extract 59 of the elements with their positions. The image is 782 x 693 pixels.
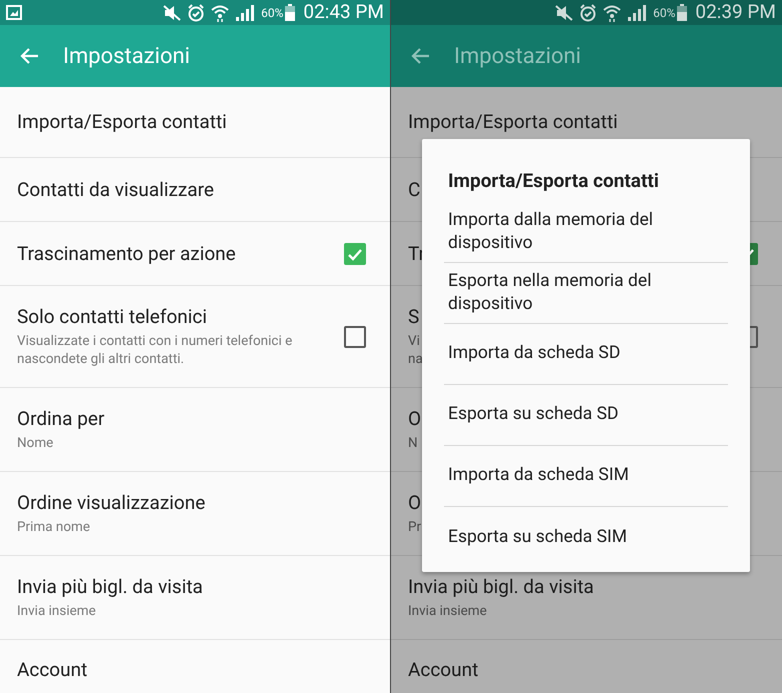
setting-title: C: [408, 178, 420, 202]
setting-title: Invia più bigl. da visita: [17, 575, 203, 599]
screen-title: Impostazioni: [63, 42, 190, 70]
alarm-icon: [579, 4, 598, 22]
clock-time: 02:43 PM: [303, 0, 384, 26]
setting-title: O: [408, 407, 422, 431]
setting-title: Importa/Esporta contatti: [408, 110, 618, 134]
setting-title: Solo contatti telefonici: [17, 305, 207, 329]
setting-title: Importa/Esporta contatti: [17, 110, 227, 134]
battery-percent: 60%: [261, 4, 284, 22]
battery-icon: [677, 4, 688, 21]
setting-summary: Invia insieme: [408, 602, 487, 620]
setting-summary: Vi na: [408, 332, 423, 368]
setting-title: Account: [408, 658, 478, 682]
wifi-icon: [211, 4, 230, 22]
battery-icon: [285, 4, 296, 21]
settings-item[interactable]: Contatti da visualizzare: [0, 158, 390, 222]
setting-title: Trascinamento per azione: [17, 242, 236, 266]
dialog-option[interactable]: Esporta su scheda SD: [444, 384, 728, 446]
setting-title: Account: [17, 658, 88, 682]
mute-icon: [555, 4, 574, 22]
back-arrow-icon: [20, 47, 40, 65]
setting-title: Ordina per: [17, 407, 104, 431]
checkbox[interactable]: [344, 326, 366, 348]
battery-percent: 60%: [653, 4, 676, 22]
setting-title: Contatti da visualizzare: [17, 178, 214, 202]
back-button[interactable]: [411, 46, 431, 66]
settings-item[interactable]: Account: [391, 640, 782, 693]
settings-item[interactable]: Ordina per Nome: [0, 388, 390, 472]
setting-summary: Prima nome: [17, 518, 90, 536]
setting-summary: Nome: [17, 434, 54, 452]
clock-time: 02:39 PM: [695, 0, 776, 26]
dialog-option[interactable]: Importa dalla memoria del dispositivo: [444, 202, 728, 262]
settings-item[interactable]: Importa/Esporta contatti: [0, 87, 390, 158]
signal-icon: [627, 4, 648, 22]
dialog-option[interactable]: Esporta nella memoria del dispositivo: [444, 262, 728, 324]
screen-title: Impostazioni: [454, 42, 582, 70]
setting-title: Ordine visualizzazione: [17, 491, 206, 515]
setting-title: S: [408, 305, 420, 329]
dialog-title: Importa/Esporta contatti: [447, 168, 660, 194]
settings-item[interactable]: Solo contatti telefonici Visualizzate i contatti con i numeri telefonici e nascondete gli altri contatti.: [0, 286, 390, 388]
setting-summary: Visualizzate i contatti con i numeri telefonici e nascondete gli altri contatti.: [17, 332, 292, 368]
alarm-icon: [187, 4, 206, 22]
mute-icon: [163, 4, 182, 22]
wifi-icon: [603, 4, 622, 22]
back-arrow-icon: [411, 47, 431, 65]
setting-summary: Pr: [408, 518, 422, 536]
settings-item[interactable]: Trascinamento per azione: [0, 222, 390, 286]
settings-item[interactable]: Ordine visualizzazione Prima nome: [0, 472, 390, 556]
setting-summary: Invia insieme: [17, 602, 96, 620]
setting-summary: N: [408, 434, 418, 452]
signal-icon: [235, 4, 256, 22]
dialog-option[interactable]: Importa da scheda SD: [444, 324, 728, 384]
setting-title: Invia più bigl. da visita: [408, 575, 594, 599]
checkbox[interactable]: [344, 242, 366, 264]
settings-item[interactable]: Account: [0, 640, 390, 693]
settings-item[interactable]: Invia più bigl. da visita Invia insieme: [0, 556, 390, 640]
setting-title: O: [408, 491, 422, 515]
dialog-option[interactable]: Importa da scheda SIM: [444, 446, 728, 506]
